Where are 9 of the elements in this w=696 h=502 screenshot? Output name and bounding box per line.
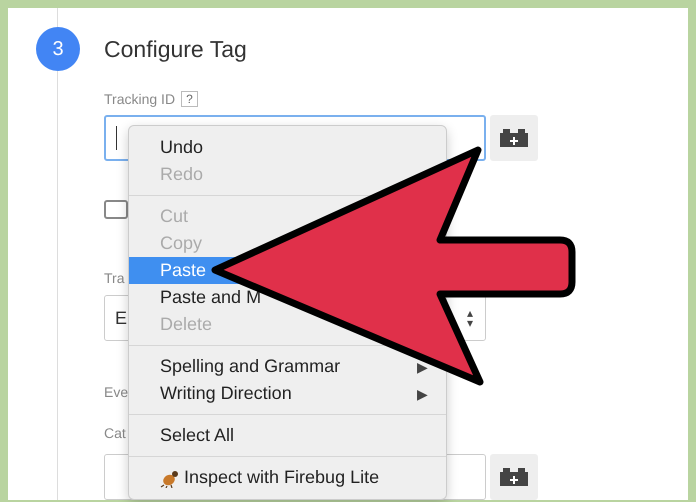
field-label: Cat [104, 425, 126, 441]
submenu-arrow: ▶ [417, 358, 428, 374]
select-arrows: ▴▾ [467, 308, 474, 328]
field-label: Eve [104, 384, 128, 400]
step-number: 3 [36, 27, 80, 71]
section-title: Configure Tag [104, 35, 248, 64]
field-label: Tracking ID [104, 91, 176, 107]
submenu-arrow: ▶ [417, 386, 428, 402]
field-label: Tra [104, 270, 124, 286]
